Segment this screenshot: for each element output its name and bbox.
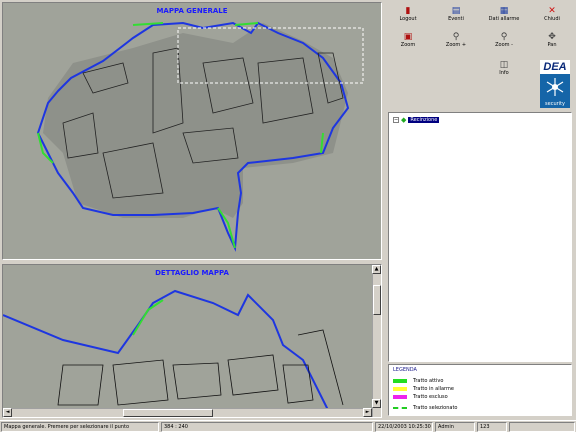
scroll-h-thumb[interactable] [123, 409, 213, 417]
scroll-v-thumb[interactable] [373, 285, 381, 315]
scroll-left-button[interactable]: ◄ [3, 408, 12, 417]
pan-icon: ✥ [548, 32, 556, 42]
alarm-data-icon: ▦ [499, 6, 509, 16]
info-icon: ◫ [499, 60, 509, 70]
detail-map-canvas[interactable] [3, 265, 374, 410]
alarm-data-button[interactable]: ▦ Dati allarme [480, 4, 528, 28]
logo-brand: DEA [540, 60, 570, 74]
logout-icon: ▮ [405, 6, 411, 16]
legend-swatch [393, 407, 407, 409]
tree-root-item[interactable]: − ◆ Recinzione [393, 116, 440, 124]
close-icon: ✕ [548, 6, 556, 16]
tree-root-label: Recinzione [408, 117, 440, 123]
detail-vertical-scrollbar[interactable]: ▲ ▼ [372, 265, 381, 417]
logo-subtitle: security [545, 101, 565, 107]
scroll-right-button[interactable]: ► [363, 408, 372, 417]
overview-fence-active-3 [234, 22, 259, 26]
logout-button[interactable]: ▮ Logout [384, 4, 432, 28]
status-extra [509, 422, 575, 432]
zoom-in-button[interactable]: ⚲ Zoom + [432, 30, 480, 54]
legend-item-active: Tratto attivo [393, 378, 443, 384]
overview-map-title: MAPPA GENERALE [156, 7, 228, 15]
zoom-icon: ▣ [403, 32, 413, 42]
zoom-out-icon: ⚲ [500, 32, 508, 42]
status-count: 123 [477, 422, 507, 432]
detail-map-title: DETTAGLIO MAPPA [155, 269, 229, 277]
dea-security-logo: DEA security [540, 60, 570, 108]
overview-city-area [43, 23, 348, 218]
detail-horizontal-scrollbar[interactable]: ◄ ► [3, 408, 372, 417]
tree-node-icon: ◆ [401, 116, 407, 124]
detail-fence-active [132, 299, 164, 336]
legend-item-selected: Tratto selezionato [393, 405, 457, 411]
close-button[interactable]: ✕ Chiudi [528, 4, 576, 28]
scroll-up-button[interactable]: ▲ [372, 265, 381, 274]
legend-title: LEGENDA [393, 367, 417, 373]
legend-item-excluded: Tratto escluso [393, 394, 448, 400]
zoom-button[interactable]: ▣ Zoom [384, 30, 432, 54]
legend-swatch [393, 387, 407, 391]
status-message: Mappa generale. Premere per selezionare … [1, 422, 159, 432]
zone-tree-view[interactable]: − ◆ Recinzione [388, 112, 572, 362]
overview-map-canvas[interactable] [3, 3, 382, 260]
zoom-in-icon: ⚲ [452, 32, 460, 42]
scroll-down-button[interactable]: ▼ [372, 399, 381, 408]
status-bar: Mappa generale. Premere per selezionare … [0, 420, 576, 432]
zoom-out-button[interactable]: ⚲ Zoom - [480, 30, 528, 54]
legend-swatch [393, 379, 407, 383]
detail-map-panel[interactable]: DETTAGLIO MAPPA ▲ ▼ ◄ ► [2, 264, 382, 418]
info-button[interactable]: ◫ Info [480, 58, 528, 82]
legend-panel: LEGENDA Tratto attivo Tratto in allarme … [388, 364, 572, 416]
tree-expand-icon[interactable]: − [393, 117, 399, 123]
legend-swatch [393, 395, 407, 399]
overview-map-panel[interactable]: MAPPA GENERALE [2, 2, 382, 260]
detail-fence-line [3, 289, 329, 410]
events-icon: ▤ [451, 6, 461, 16]
events-button[interactable]: ▤ Eventi [432, 4, 480, 28]
status-user: Admin [435, 422, 475, 432]
legend-item-alarm: Tratto in allarme [393, 386, 454, 392]
logo-emblem: security [540, 74, 570, 108]
status-coords: 384 : 240 [161, 422, 373, 432]
pan-button[interactable]: ✥ Pan [528, 30, 576, 54]
snowflake-icon [546, 78, 564, 96]
detail-buildings [57, 329, 344, 406]
status-datetime: 22/10/2003 10:25:30 [375, 422, 433, 432]
